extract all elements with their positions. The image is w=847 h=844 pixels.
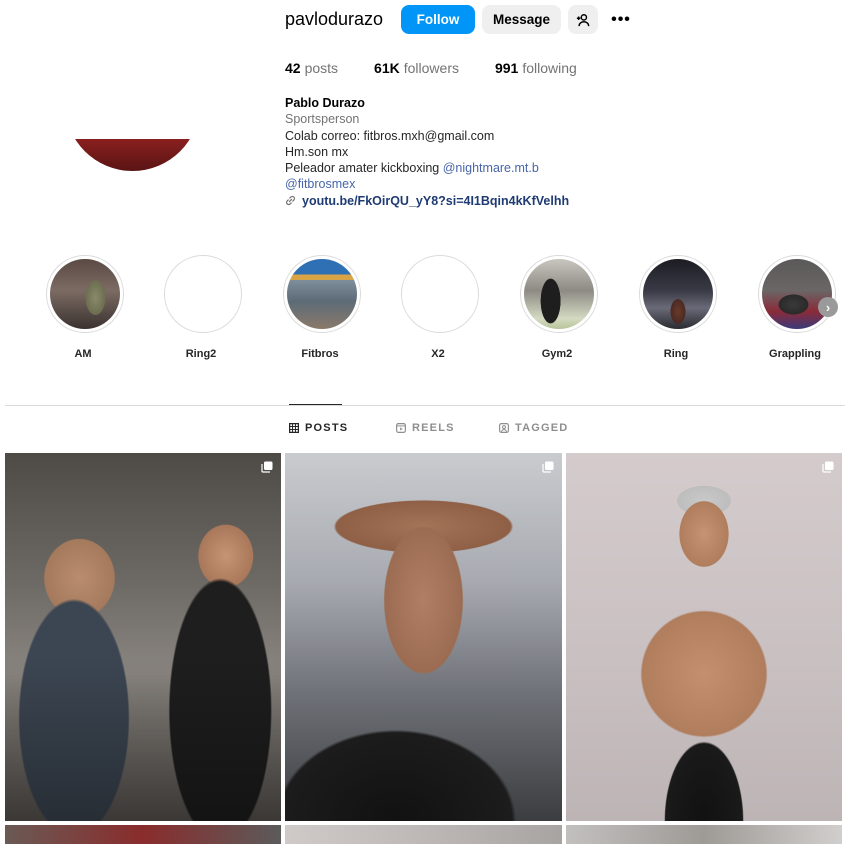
suggested-users-button[interactable] <box>568 5 598 34</box>
profile-stats: 42 posts 61K followers 991 following <box>285 60 613 76</box>
message-button[interactable]: Message <box>482 5 561 34</box>
tagged-icon <box>499 423 509 433</box>
highlight-ring <box>758 255 836 333</box>
highlight-ring <box>46 255 124 333</box>
highlight-ring <box>283 255 361 333</box>
display-name: Pablo Durazo <box>285 96 365 110</box>
post-thumbnail[interactable] <box>285 825 562 844</box>
tab-label: REELS <box>412 422 455 434</box>
highlight-ring <box>520 255 598 333</box>
add-user-icon <box>576 13 590 26</box>
tab-label: POSTS <box>305 422 349 434</box>
link-icon <box>286 196 295 206</box>
external-link-text: youtu.be/FkOirQU_yY8?si=4I1Bqin4kKfVelhh <box>302 193 570 208</box>
multiple-posts-icon <box>542 461 554 473</box>
bio-line: Peleador amater kickboxing @nightmare.mt… <box>285 160 569 176</box>
following-stat[interactable]: 991 following <box>495 60 577 76</box>
posts-label: posts <box>304 60 339 76</box>
highlight-fitbros[interactable]: Fitbros <box>283 255 361 360</box>
highlight-ring <box>639 255 717 333</box>
highlight-x2[interactable]: X2 <box>401 255 479 360</box>
highlight-label: Grappling <box>769 348 821 360</box>
profile-bio: Pablo Durazo Sportsperson Colab correo: … <box>285 95 569 209</box>
highlight-gym2[interactable]: Gym2 <box>520 255 598 360</box>
mention-link[interactable]: @fitbrosmex <box>285 176 569 192</box>
post-thumbnail[interactable] <box>5 453 281 821</box>
followers-count: 61K <box>374 60 400 76</box>
tab-posts[interactable]: POSTS <box>289 422 348 434</box>
mention-link[interactable]: @nightmare.mt.b <box>443 161 539 175</box>
username: pavlodurazo <box>285 9 384 29</box>
highlight-label: Ring2 <box>185 348 217 360</box>
following-label: following <box>522 60 577 76</box>
category-label: Sportsperson <box>285 112 360 127</box>
highlight-ring <box>164 255 242 333</box>
post-thumbnail[interactable] <box>5 825 281 844</box>
follow-button[interactable]: Follow <box>401 5 475 34</box>
active-tab-indicator <box>289 404 342 405</box>
chevron-right-icon[interactable]: › <box>818 297 838 317</box>
multiple-posts-icon <box>261 461 273 473</box>
following-count: 991 <box>494 60 519 76</box>
more-options-button[interactable]: ••• <box>606 5 636 34</box>
bio-line: Colab correo: fitbros.mxh@gmail.com <box>285 128 495 143</box>
external-link[interactable]: youtu.be/FkOirQU_yY8?si=4I1Bqin4kKfVelhh <box>285 193 569 209</box>
highlight-thumbnail <box>762 259 832 329</box>
highlight-thumbnail <box>50 259 120 329</box>
profile-avatar[interactable] <box>65 36 200 171</box>
bio-line: Hm.son mx <box>285 144 349 159</box>
tab-reels[interactable]: REELS <box>396 422 455 434</box>
bio-text: Peleador amater kickboxing <box>285 161 443 176</box>
highlight-thumbnail <box>524 259 594 329</box>
post-thumbnail[interactable] <box>566 453 842 821</box>
highlight-label: AM <box>74 348 92 360</box>
grid-icon <box>289 423 299 433</box>
post-thumbnail[interactable] <box>285 453 562 821</box>
tab-label: TAGGED <box>515 422 569 434</box>
highlight-label: X2 <box>431 348 445 360</box>
highlight-label: Gym2 <box>541 348 573 360</box>
tabs-divider <box>5 405 845 406</box>
posts-count: 42 <box>285 60 301 76</box>
highlight-ring[interactable]: Ring <box>639 255 717 360</box>
multiple-posts-icon <box>822 461 834 473</box>
highlight-thumbnail <box>287 259 357 329</box>
highlight-ring2[interactable]: Ring2 <box>164 255 242 360</box>
posts-stat: 42 posts <box>285 60 338 76</box>
highlight-thumbnail <box>168 259 238 329</box>
reels-icon <box>396 423 406 433</box>
highlight-thumbnail <box>643 259 713 329</box>
highlight-am[interactable]: AM <box>46 255 124 360</box>
highlight-ring <box>401 255 479 333</box>
tab-tagged[interactable]: TAGGED <box>499 422 568 434</box>
post-thumbnail[interactable] <box>566 825 842 844</box>
followers-label: followers <box>403 60 459 76</box>
highlight-label: Ring <box>663 348 689 360</box>
highlight-thumbnail <box>405 259 475 329</box>
highlight-label: Fitbros <box>301 348 339 360</box>
followers-stat[interactable]: 61K followers <box>374 60 459 76</box>
